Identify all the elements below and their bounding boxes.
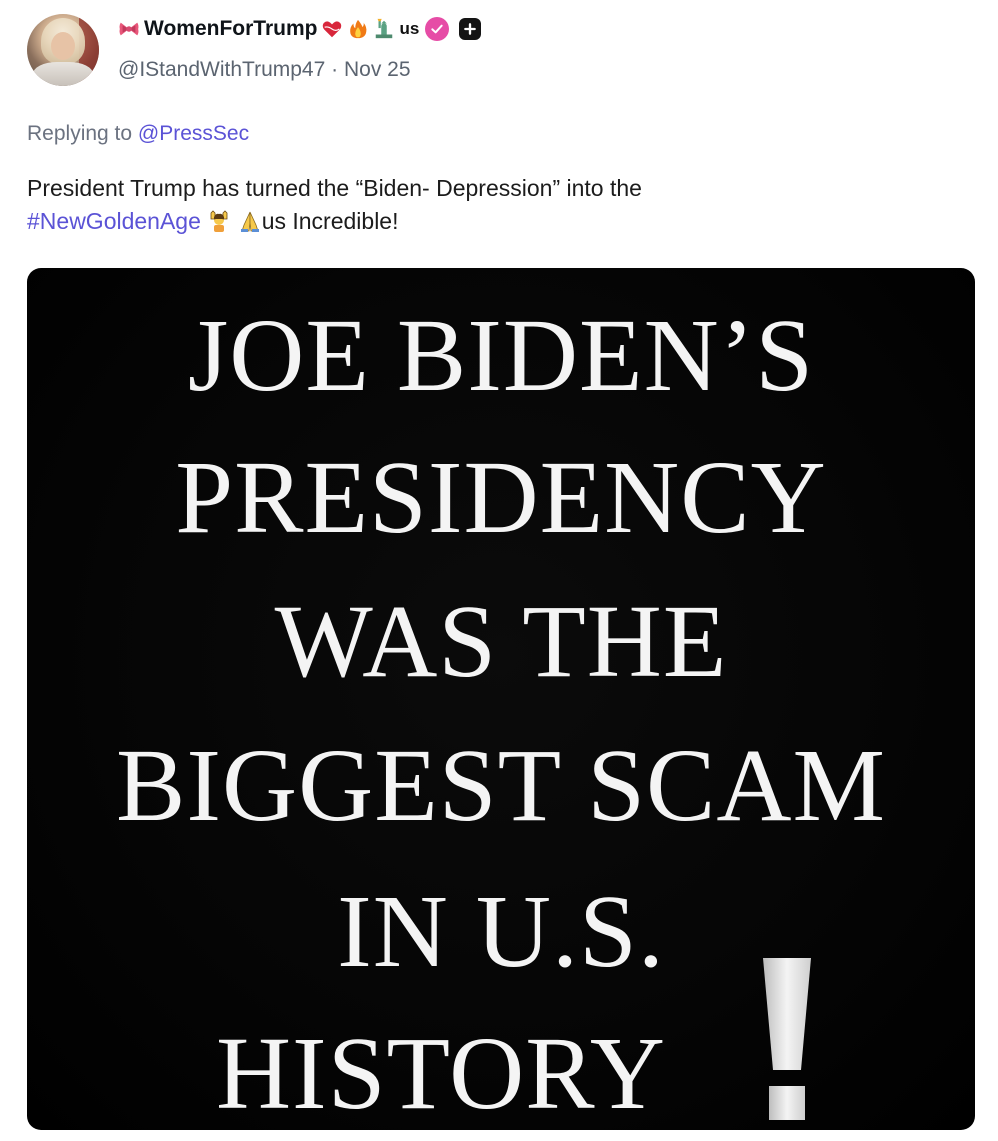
country-flag-text: us — [399, 19, 420, 38]
image-text-line-5: IN U.S. — [337, 874, 665, 989]
image-text-line-1: JOE BIDEN’S — [187, 298, 815, 413]
post-text-line-2: #NewGoldenAge us Incredible! — [27, 205, 967, 238]
post-flag-text: us — [261, 208, 286, 234]
author-meta: @IStandWithTrump47 · Nov 25 — [118, 58, 411, 82]
reply-context: Replying to @PressSec — [27, 122, 249, 146]
verified-badge-icon — [425, 17, 450, 41]
post-timestamp[interactable]: Nov 25 — [344, 58, 411, 81]
person-raising-hands-icon — [207, 209, 231, 233]
image-text-line-3: WAS THE — [274, 584, 728, 699]
author-display-name[interactable]: WomenForTrump — [144, 17, 317, 41]
post-tail-text: Incredible! — [285, 208, 399, 234]
social-post: WomenForTrump us @IStandWithTrump47 · No… — [0, 0, 998, 1141]
image-text-line-4: BIGGEST SCAM — [115, 728, 886, 843]
image-text-line-2: PRESIDENCY — [175, 440, 827, 555]
post-text-line-1: President Trump has turned the “Biden- D… — [27, 175, 642, 201]
author-handle[interactable]: @IStandWithTrump47 — [118, 58, 325, 81]
author-avatar[interactable] — [27, 14, 99, 86]
author-name-row: WomenForTrump us — [118, 14, 482, 44]
reply-mention-link[interactable]: @PressSec — [138, 122, 249, 145]
ribbon-bow-icon — [118, 18, 140, 40]
folded-hands-icon — [238, 209, 262, 233]
exclamation-mark-icon — [763, 958, 811, 1120]
post-body: President Trump has turned the “Biden- D… — [27, 172, 967, 238]
meta-separator: · — [331, 58, 344, 81]
heart-icon — [321, 18, 343, 40]
reply-prefix: Replying to — [27, 122, 138, 145]
fire-icon — [347, 18, 369, 40]
subscriber-plus-icon[interactable] — [459, 18, 482, 40]
post-image[interactable]: JOE BIDEN’S PRESIDENCY WAS THE BIGGEST S… — [27, 268, 975, 1130]
statue-of-liberty-icon — [373, 18, 395, 40]
hashtag-link[interactable]: #NewGoldenAge — [27, 208, 201, 234]
